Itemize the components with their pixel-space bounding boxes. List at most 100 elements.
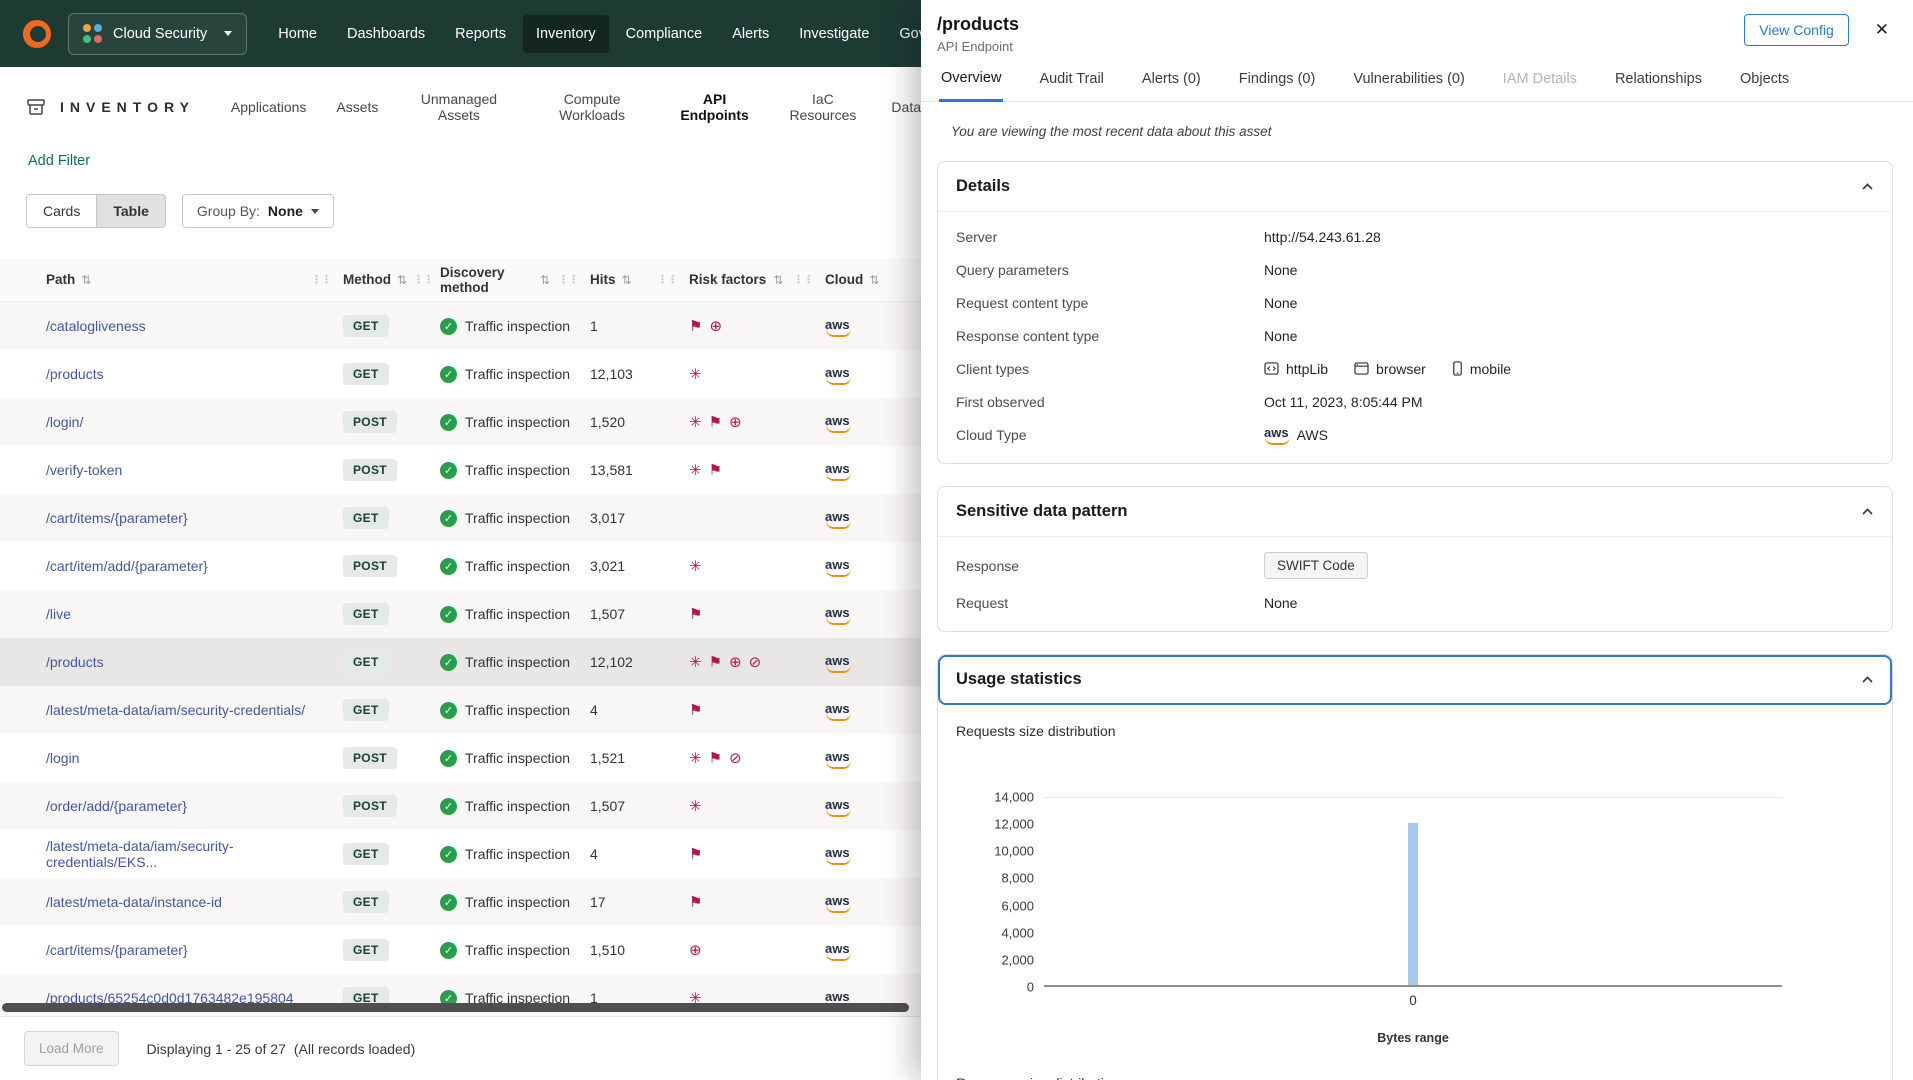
table-row[interactable]: /cart/item/add/{parameter} POST ✓Traffic…	[0, 542, 921, 590]
code-icon	[1264, 362, 1279, 375]
detail-field-row: Query parameters None	[956, 253, 1874, 286]
inventory-tab-api-endpoints[interactable]: API Endpoints	[675, 87, 755, 127]
discovery-cell: ✓Traffic inspection	[440, 894, 590, 911]
column-header[interactable]: Method ⇅ ⋮⋮	[343, 272, 440, 287]
sort-icon[interactable]: ⇅	[540, 273, 550, 287]
table-view-button[interactable]: Table	[96, 194, 166, 228]
sensitive-section-header[interactable]: Sensitive data pattern	[938, 487, 1892, 537]
path-link[interactable]: /products	[46, 366, 104, 382]
table-row[interactable]: /latest/meta-data/instance-id GET ✓Traff…	[0, 878, 921, 926]
path-link[interactable]: /cart/items/{parameter}	[46, 510, 188, 526]
check-icon: ✓	[440, 366, 457, 383]
inventory-tab-compute-workloads[interactable]: Compute Workloads	[539, 87, 644, 127]
table-row[interactable]: /catalogliveness GET ✓Traffic inspection…	[0, 302, 921, 350]
panel-tab-overview[interactable]: Overview	[939, 70, 1003, 102]
orca-logo-icon[interactable]	[18, 15, 56, 53]
path-link[interactable]: /cart/item/add/{parameter}	[46, 558, 208, 574]
sort-icon[interactable]: ⇅	[773, 273, 783, 287]
sort-icon[interactable]: ⇅	[397, 273, 407, 287]
details-section-header[interactable]: Details	[938, 162, 1892, 212]
nav-item-home[interactable]: Home	[265, 15, 330, 53]
table-row[interactable]: /products GET ✓Traffic inspection 12,102…	[0, 638, 921, 686]
table-row[interactable]: /order/add/{parameter} POST ✓Traffic ins…	[0, 782, 921, 830]
nav-item-compliance[interactable]: Compliance	[613, 15, 716, 53]
drag-handle-icon[interactable]: ⋮⋮	[657, 273, 689, 286]
path-link[interactable]: /latest/meta-data/instance-id	[46, 894, 222, 910]
table-row[interactable]: /cart/items/{parameter} GET ✓Traffic ins…	[0, 494, 921, 542]
panel-tab-findings-0[interactable]: Findings (0)	[1237, 70, 1318, 101]
path-link[interactable]: /verify-token	[46, 462, 122, 478]
nav-item-reports[interactable]: Reports	[442, 15, 519, 53]
inventory-tab-iac-resources[interactable]: IaC Resources	[784, 87, 861, 127]
sensitive-data-section: Sensitive data pattern Response SWIFT Co…	[937, 486, 1893, 632]
sort-icon[interactable]: ⇅	[869, 273, 879, 287]
group-by-dropdown[interactable]: Group By: None	[182, 194, 334, 228]
panel-tab-relationships[interactable]: Relationships	[1613, 70, 1704, 101]
nav-item-investigate[interactable]: Investigate	[786, 15, 882, 53]
path-link[interactable]: /latest/meta-data/iam/security-credentia…	[46, 702, 305, 718]
path-link[interactable]: /products	[46, 654, 104, 670]
column-header[interactable]: Hits ⇅ ⋮⋮	[590, 272, 689, 287]
column-header[interactable]: Path ⇅ ⋮⋮	[0, 272, 343, 287]
product-selector[interactable]: Cloud Security	[68, 13, 247, 55]
nav-item-alerts[interactable]: Alerts	[719, 15, 782, 53]
discovery-cell: ✓Traffic inspection	[440, 366, 590, 383]
column-header[interactable]: Risk factors ⇅ ⋮⋮	[689, 272, 825, 287]
drag-handle-icon[interactable]: ⋮⋮	[793, 273, 825, 286]
path-link[interactable]: /order/add/{parameter}	[46, 798, 187, 814]
table-row[interactable]: /login/ POST ✓Traffic inspection 1,520 ✳…	[0, 398, 921, 446]
method-cell: GET	[343, 315, 440, 337]
add-filter-link[interactable]: Add Filter	[28, 153, 90, 169]
column-header[interactable]: Cloud ⇅ ⋮⋮	[825, 272, 921, 287]
table-row[interactable]: /verify-token POST ✓Traffic inspection 1…	[0, 446, 921, 494]
table-row[interactable]: /live GET ✓Traffic inspection 1,507 ⚑ aw…	[0, 590, 921, 638]
panel-tab-objects[interactable]: Objects	[1738, 70, 1791, 101]
drag-handle-icon[interactable]: ⋮⋮	[558, 273, 590, 286]
path-link[interactable]: /catalogliveness	[46, 318, 146, 334]
nav-item-inventory[interactable]: Inventory	[523, 15, 609, 53]
panel-tab-iam-details[interactable]: IAM Details	[1501, 70, 1579, 101]
load-more-button[interactable]: Load More	[24, 1031, 119, 1066]
inventory-tab-unmanaged-assets[interactable]: Unmanaged Assets	[408, 87, 509, 127]
nav-item-dashboards[interactable]: Dashboards	[334, 15, 438, 53]
table-row[interactable]: /latest/meta-data/iam/security-credentia…	[0, 686, 921, 734]
inventory-tab-data[interactable]: Data	[891, 87, 921, 127]
panel-tab-alerts-0[interactable]: Alerts (0)	[1140, 70, 1203, 101]
path-link[interactable]: /login/	[46, 414, 83, 430]
close-icon[interactable]: ✕	[1871, 16, 1893, 44]
risk-factors-cell: ✳	[689, 367, 825, 382]
table-row[interactable]: /products GET ✓Traffic inspection 12,103…	[0, 350, 921, 398]
panel-tab-audit-trail[interactable]: Audit Trail	[1037, 70, 1105, 101]
path-cell: /order/add/{parameter}	[0, 798, 343, 814]
table-row[interactable]: /login POST ✓Traffic inspection 1,521 ✳⚑…	[0, 734, 921, 782]
cards-view-button[interactable]: Cards	[26, 194, 97, 228]
discovery-cell: ✓Traffic inspection	[440, 846, 590, 863]
sort-icon[interactable]: ⇅	[622, 273, 632, 287]
detail-field-row: Response content type None	[956, 319, 1874, 352]
column-header[interactable]: Discovery method ⇅ ⋮⋮	[440, 265, 590, 295]
panel-tab-vulnerabilities-0[interactable]: Vulnerabilities (0)	[1351, 70, 1466, 101]
drag-handle-icon[interactable]: ⋮⋮	[311, 273, 343, 286]
horizontal-scrollbar[interactable]	[2, 1003, 918, 1012]
panel-title: /products	[937, 14, 1019, 35]
aws-logo-icon: aws	[825, 749, 850, 769]
inventory-tab-applications[interactable]: Applications	[231, 87, 307, 127]
scrollbar-thumb[interactable]	[2, 1003, 909, 1012]
discovery-cell: ✓Traffic inspection	[440, 318, 590, 335]
detail-field-label: First observed	[956, 394, 1264, 410]
path-link[interactable]: /cart/items/{parameter}	[46, 942, 188, 958]
table-row[interactable]: /latest/meta-data/iam/security-credentia…	[0, 830, 921, 878]
table-header: Path ⇅ ⋮⋮ Method ⇅ ⋮⋮ Discovery method ⇅…	[0, 258, 921, 302]
table-row[interactable]: /products/65254c0d0d1763482e195804 GET ✓…	[0, 974, 921, 1022]
detail-field-value: None	[1264, 262, 1297, 278]
usage-section-header[interactable]: Usage statistics	[938, 655, 1892, 705]
risk-factors-cell: ✳⚑	[689, 463, 825, 478]
path-link[interactable]: /latest/meta-data/iam/security-credentia…	[46, 838, 234, 870]
table-row[interactable]: /cart/items/{parameter} GET ✓Traffic ins…	[0, 926, 921, 974]
detail-field-label: Server	[956, 229, 1264, 245]
view-config-button[interactable]: View Config	[1744, 14, 1848, 46]
path-link[interactable]: /login	[46, 750, 79, 766]
inventory-tab-assets[interactable]: Assets	[336, 87, 378, 127]
sort-icon[interactable]: ⇅	[81, 273, 91, 287]
path-link[interactable]: /live	[46, 606, 71, 622]
